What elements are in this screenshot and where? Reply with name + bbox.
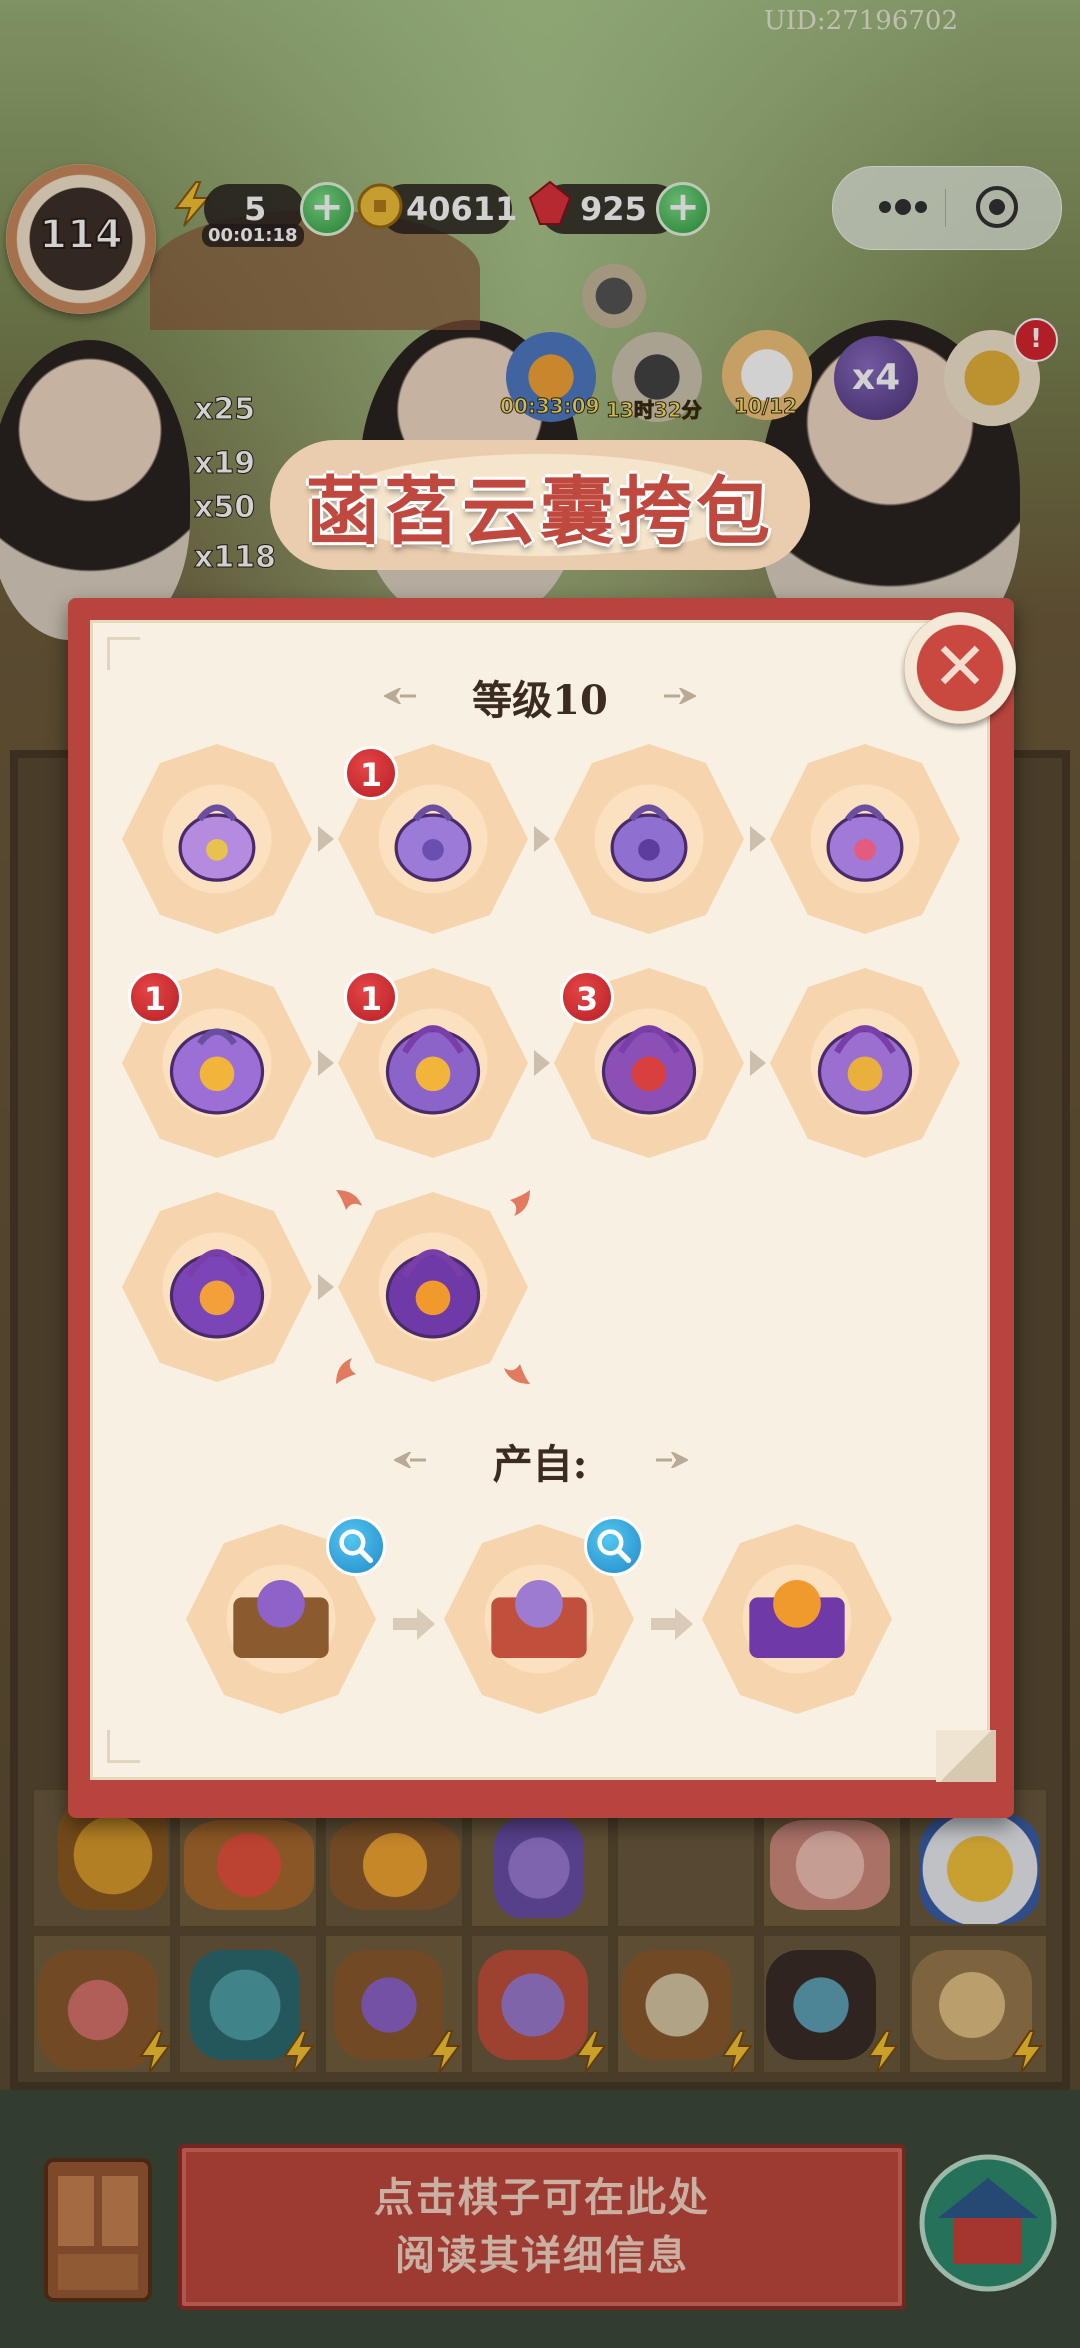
max-level-corner-ornament xyxy=(504,1364,530,1384)
flower-pouch-icon xyxy=(826,804,904,882)
source-arrow-icon xyxy=(393,1608,435,1640)
search-source-button[interactable] xyxy=(326,1516,386,1576)
search-source-button[interactable] xyxy=(584,1516,644,1576)
paper-curl-corner xyxy=(936,1730,996,1782)
chain-arrow-icon xyxy=(534,826,550,852)
chain-item-lotus-bag[interactable] xyxy=(122,1192,312,1382)
lotus-cloud-bag-icon xyxy=(385,1249,481,1339)
chain-arrow-icon xyxy=(318,1050,334,1076)
lotus-cloud-bag-icon xyxy=(749,1580,845,1658)
chain-item-knot-pouch[interactable]: 1 xyxy=(122,968,312,1158)
heading-right-ornament xyxy=(656,1452,688,1468)
lotus-bag-icon xyxy=(169,1249,265,1339)
chain-item-purple-compact[interactable] xyxy=(122,744,312,934)
owned-count-badge: 3 xyxy=(560,970,614,1024)
chain-arrow-icon xyxy=(534,1050,550,1076)
chain-item-tassel-bag[interactable]: 3 xyxy=(554,968,744,1158)
chain-item-small-pouch[interactable]: 1 xyxy=(338,744,528,934)
ornate-bag-icon xyxy=(817,1025,913,1115)
paper-corner-ornament xyxy=(107,1730,140,1763)
modal-title-banner: 菡萏云囊挎包 xyxy=(270,430,810,580)
round-pouch-icon xyxy=(610,804,688,882)
chain-item-round-pouch[interactable] xyxy=(554,744,744,934)
chain-item-shoulder-bag[interactable]: 1 xyxy=(338,968,528,1158)
chain-arrow-icon xyxy=(318,1274,334,1300)
max-level-corner-ornament xyxy=(336,1358,356,1384)
chain-item-flower-pouch[interactable] xyxy=(770,744,960,934)
owned-count-badge: 1 xyxy=(344,746,398,800)
magnifier-icon xyxy=(597,1529,632,1564)
magnifier-icon xyxy=(339,1529,374,1564)
max-level-corner-ornament xyxy=(336,1190,362,1210)
merge-level-heading: 等级10 xyxy=(472,677,608,724)
max-level-corner-ornament xyxy=(510,1190,530,1216)
fabric-chest-icon xyxy=(491,1580,587,1658)
chain-item-ornate-bag[interactable] xyxy=(770,968,960,1158)
produced-from-heading: 产自: xyxy=(492,1441,588,1488)
chain-arrow-icon xyxy=(750,1050,766,1076)
owned-count-badge: 1 xyxy=(344,970,398,1024)
chain-arrow-icon xyxy=(318,826,334,852)
owned-count-badge: 1 xyxy=(128,970,182,1024)
heading-right-ornament xyxy=(664,688,696,704)
source-arrow-icon xyxy=(651,1608,693,1640)
modal-title: 菡萏云囊挎包 xyxy=(306,469,774,555)
paper-corner-ornament xyxy=(107,637,140,670)
loom-icon xyxy=(233,1580,329,1658)
purple-compact-icon xyxy=(178,804,256,882)
chain-arrow-icon xyxy=(750,826,766,852)
